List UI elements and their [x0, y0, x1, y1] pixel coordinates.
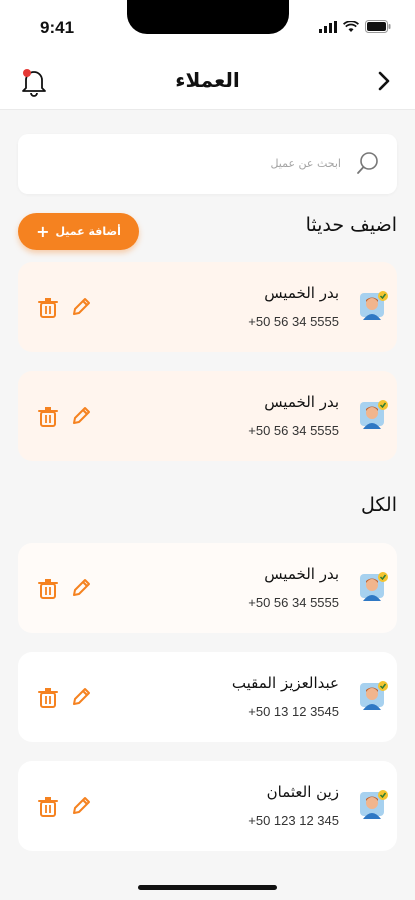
pencil-icon[interactable] — [70, 577, 92, 599]
customer-card[interactable]: عبدالعزيز المقيب +50 13 12 3545 — [18, 652, 397, 742]
status-icons — [319, 20, 391, 33]
add-customer-button[interactable]: + أضافة عميل — [18, 213, 139, 250]
user-avatar-icon — [360, 400, 388, 429]
customer-phone: +50 56 34 5555 — [248, 314, 339, 329]
home-indicator[interactable] — [138, 885, 277, 890]
customer-name: زين العثمان — [266, 783, 339, 801]
customer-phone: +50 13 12 3545 — [248, 704, 339, 719]
customer-card[interactable]: بدر الخميس +50 56 34 5555 — [18, 262, 397, 352]
trash-icon[interactable] — [38, 578, 58, 600]
search-icon — [357, 152, 378, 174]
plus-icon: + — [36, 221, 50, 241]
customer-phone: +50 56 34 5555 — [248, 423, 339, 438]
status-time: 9:41 — [40, 18, 75, 37]
customer-card[interactable]: بدر الخميس +50 56 34 5555 — [18, 371, 397, 461]
customer-name: عبدالعزيز المقيب — [231, 674, 339, 692]
recent-section-title: اضيف حديثا — [305, 214, 397, 236]
all-section-title: الكل — [361, 494, 397, 516]
pencil-icon[interactable] — [70, 405, 92, 427]
customer-card[interactable]: زين العثمان +50 123 12 345 — [18, 761, 397, 851]
search-input[interactable] — [61, 148, 341, 178]
customer-phone: +50 123 12 345 — [248, 813, 339, 828]
trash-icon[interactable] — [38, 687, 58, 709]
trash-icon[interactable] — [38, 297, 58, 319]
user-avatar-icon — [360, 572, 388, 601]
chevron-right-icon[interactable] — [373, 70, 395, 92]
search-box[interactable] — [18, 134, 397, 194]
signal-icon — [319, 20, 337, 33]
page-title: العملاء — [175, 68, 240, 92]
bell-icon[interactable] — [20, 67, 48, 97]
customer-name: بدر الخميس — [264, 393, 339, 411]
trash-icon[interactable] — [38, 406, 58, 428]
user-avatar-icon — [360, 291, 388, 320]
user-avatar-icon — [360, 681, 388, 710]
add-customer-label: أضافة عميل — [55, 225, 121, 238]
customer-card[interactable]: بدر الخميس +50 56 34 5555 — [18, 543, 397, 633]
customer-phone: +50 56 34 5555 — [248, 595, 339, 610]
app-header: العملاء — [0, 52, 415, 110]
pencil-icon[interactable] — [70, 296, 92, 318]
notch — [127, 0, 289, 34]
user-avatar-icon — [360, 790, 388, 819]
notification-dot — [23, 69, 31, 77]
customer-name: بدر الخميس — [264, 565, 339, 583]
battery-icon — [365, 20, 391, 33]
status-bar: 9:41 — [0, 0, 415, 52]
wifi-icon — [343, 20, 359, 32]
customer-name: بدر الخميس — [264, 284, 339, 302]
trash-icon[interactable] — [38, 796, 58, 818]
pencil-icon[interactable] — [70, 686, 92, 708]
pencil-icon[interactable] — [70, 795, 92, 817]
